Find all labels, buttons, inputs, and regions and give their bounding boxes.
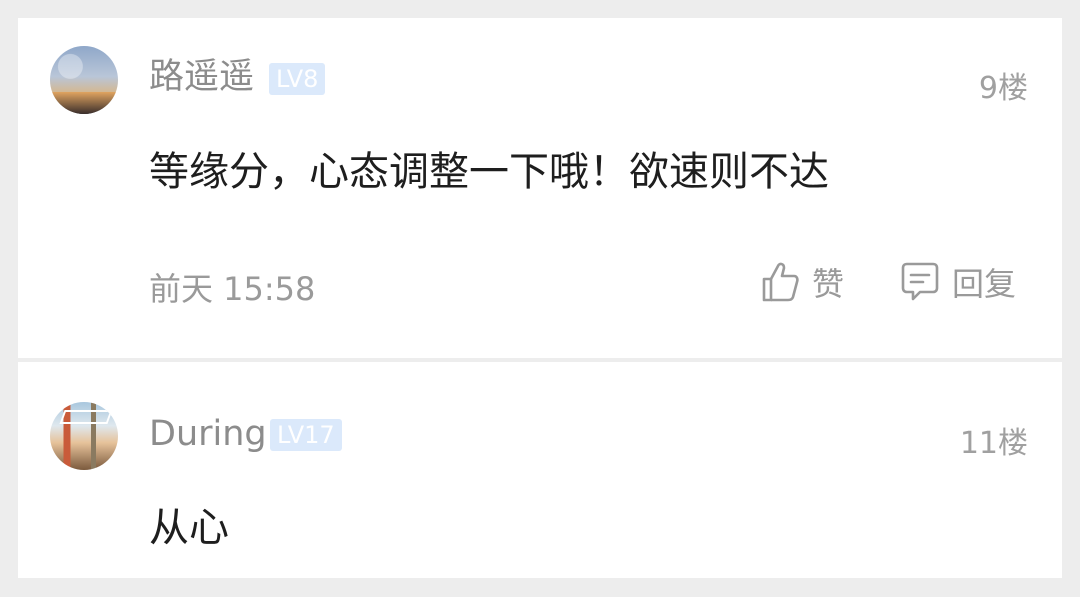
comment-content: 等缘分，心态调整一下哦！欲速则不达 [149,149,829,195]
reply-button[interactable]: 回复 [900,260,1016,304]
like-button[interactable]: 赞 [760,260,844,304]
comment-timestamp: 前天 15:58 [149,270,316,308]
comment-card: During LV17 11楼 从心 [18,362,1062,578]
floor-number: 11楼 [959,426,1028,461]
comment-card: 路遥遥 LV8 9楼 等缘分，心态调整一下哦！欲速则不达 前天 15:58 赞 … [18,18,1062,358]
avatar[interactable] [50,46,118,114]
level-badge: LV17 [270,419,342,451]
reply-label: 回复 [952,265,1017,303]
thumbs-up-icon [760,260,800,304]
like-label: 赞 [812,265,845,303]
username[interactable]: 路遥遥 [149,60,254,95]
avatar[interactable] [50,402,118,470]
floor-number: 9楼 [978,71,1028,106]
level-badge: LV8 [269,63,326,95]
username[interactable]: During [149,417,267,452]
comment-bubble-icon [900,260,940,304]
comment-content: 从心 [149,505,229,551]
